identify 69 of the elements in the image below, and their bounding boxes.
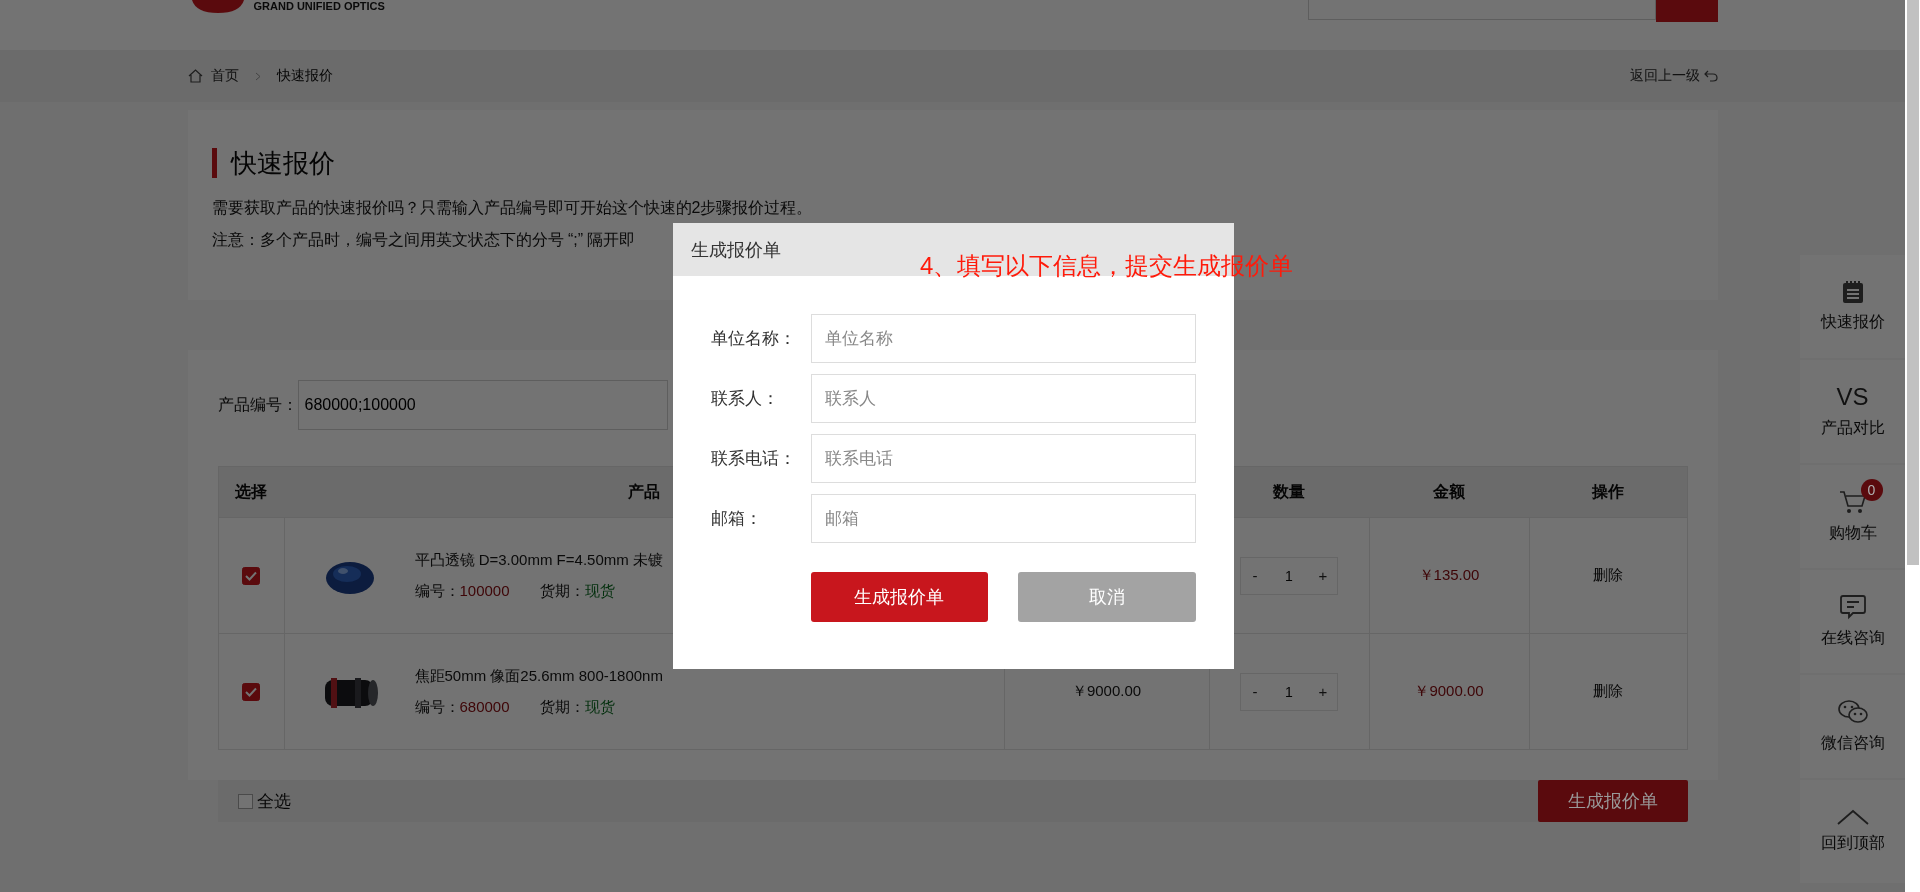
intro-text: 需要获取产品的快速报价吗？只需输入产品编号即可开始这个快速的2步骤报价过程。 bbox=[211, 198, 813, 218]
quantity-value: 1 bbox=[1284, 567, 1294, 584]
product-name[interactable]: 焦距50mm 像面25.6mm 800-1800nm bbox=[414, 666, 663, 686]
sidebar-label: 购物车 bbox=[1828, 523, 1877, 543]
sidebar-item[interactable]: 微信咨询 bbox=[1800, 675, 1905, 778]
column-header: 选择 bbox=[235, 481, 267, 502]
field-label: 联系人： bbox=[711, 388, 780, 410]
chevron-up-icon bbox=[1836, 809, 1869, 825]
back-arrow-icon[interactable] bbox=[1703, 70, 1718, 82]
notepad-icon bbox=[1841, 280, 1864, 304]
input-field[interactable]: 联系人 bbox=[810, 374, 1196, 423]
sidebar-label: 回到顶部 bbox=[1820, 833, 1885, 853]
field-label: 邮箱： bbox=[711, 508, 763, 530]
back-link[interactable]: 返回上一级 bbox=[1629, 67, 1700, 85]
delete-link[interactable]: 删除 bbox=[1593, 682, 1623, 701]
scrollbar-thumb[interactable] bbox=[1907, 0, 1919, 565]
cart-count-badge: 0 bbox=[1860, 479, 1883, 501]
column-header: 产品 bbox=[627, 481, 660, 502]
sidebar-label: 在线咨询 bbox=[1820, 628, 1885, 648]
quantity-stepper[interactable]: - 1 + bbox=[1240, 556, 1338, 595]
dialog-title: 生成报价单 bbox=[691, 238, 781, 262]
logo-text: GRAND UNIFIED OPTICS bbox=[253, 0, 385, 12]
amount: ￥135.00 bbox=[1418, 566, 1480, 585]
sidebar-item[interactable]: 回到顶部 bbox=[1800, 780, 1905, 883]
delivery-status: 货期：现货 bbox=[539, 581, 615, 601]
input-field[interactable]: 单位名称 bbox=[810, 314, 1196, 363]
breadcrumb-separator-icon bbox=[254, 71, 261, 81]
sidebar-item[interactable]: VS 产品对比 bbox=[1800, 360, 1905, 463]
home-icon bbox=[187, 69, 203, 83]
checkbox[interactable] bbox=[237, 793, 253, 809]
sidebar-item[interactable]: 快速报价 bbox=[1800, 255, 1905, 358]
wechat-icon bbox=[1836, 699, 1869, 725]
field-label: 产品编号： bbox=[217, 394, 298, 415]
intro-text: 注意：多个产品时，编号之间用英文状态下的分号 “;” 隔开即 bbox=[211, 230, 636, 250]
sidebar-label: 产品对比 bbox=[1820, 418, 1885, 438]
delete-link[interactable]: 删除 bbox=[1593, 566, 1623, 585]
checkbox-label[interactable]: 全选 bbox=[256, 789, 291, 813]
submit-button[interactable]: 生成报价单 bbox=[811, 572, 988, 622]
column-header: 操作 bbox=[1591, 481, 1624, 502]
checkbox[interactable] bbox=[242, 566, 260, 585]
page-title: 快速报价 bbox=[211, 148, 335, 178]
sidebar-item[interactable]: 在线咨询 bbox=[1800, 570, 1905, 673]
breadcrumb-link[interactable]: 快速报价 bbox=[276, 67, 333, 85]
input-field[interactable]: 联系电话 bbox=[810, 434, 1196, 483]
chat-icon bbox=[1838, 594, 1867, 620]
sidebar-label: 快速报价 bbox=[1820, 312, 1885, 332]
generate-quote-button[interactable]: 生成报价单 bbox=[1537, 780, 1688, 822]
breadcrumb-link[interactable]: 首页 bbox=[210, 67, 239, 85]
cancel-button[interactable]: 取消 bbox=[1017, 572, 1196, 622]
field-label: 联系电话： bbox=[711, 448, 797, 470]
quantity-value: 1 bbox=[1284, 683, 1294, 700]
unit-price: ￥9000.00 bbox=[1071, 682, 1142, 701]
sidebar-item[interactable]: 0 购物车 bbox=[1800, 465, 1905, 568]
product-code: 编号：100000 bbox=[414, 581, 510, 601]
field-label: 单位名称： bbox=[711, 328, 797, 350]
amount: ￥9000.00 bbox=[1414, 682, 1484, 701]
quantity-stepper[interactable]: - 1 + bbox=[1240, 672, 1338, 711]
annotation-text: 4、填写以下信息，提交生成报价单 bbox=[920, 251, 1294, 281]
cart-icon bbox=[1838, 489, 1867, 515]
checkbox[interactable] bbox=[242, 682, 260, 701]
delivery-status: 货期：现货 bbox=[539, 697, 615, 717]
column-header: 数量 bbox=[1272, 481, 1305, 502]
product-name[interactable]: 平凸透镜 D=3.00mm F=4.50mm 未镀 bbox=[414, 550, 663, 570]
compare-icon: VS bbox=[1836, 384, 1869, 410]
input-field[interactable]: 邮箱 bbox=[810, 494, 1196, 543]
product-code: 编号：680000 bbox=[414, 697, 510, 717]
sidebar-label: 微信咨询 bbox=[1820, 733, 1885, 753]
column-header: 金额 bbox=[1432, 481, 1465, 502]
product-code-field[interactable]: 680000;100000 bbox=[297, 380, 668, 430]
